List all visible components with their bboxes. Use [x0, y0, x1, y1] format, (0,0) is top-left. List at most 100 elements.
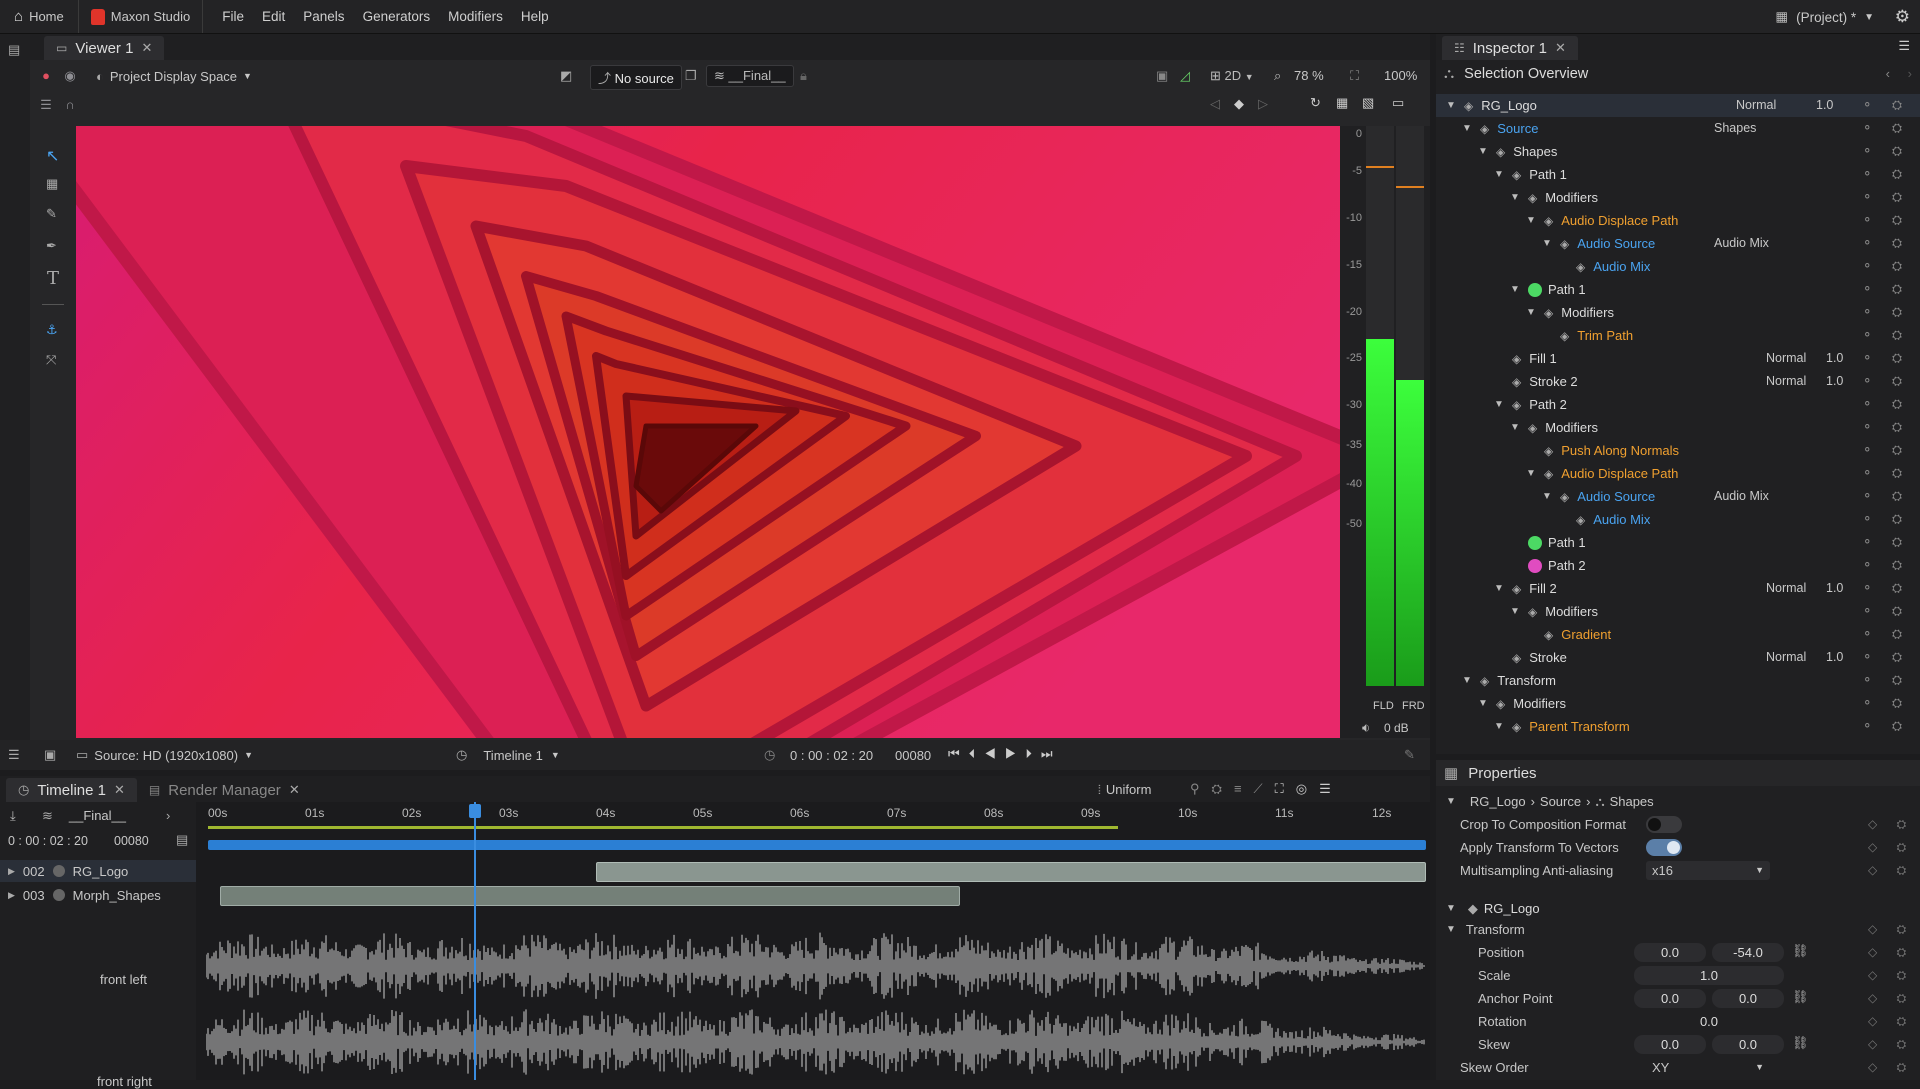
panel-menu-icon[interactable]: ☰ — [1898, 38, 1910, 54]
safe-frame-icon[interactable]: ▦ — [1336, 95, 1348, 111]
fit-icon[interactable]: ⛶ — [1350, 68, 1359, 84]
comp-selector[interactable]: ≋ __Final__ — [42, 808, 162, 824]
work-area-bar[interactable] — [208, 826, 1118, 829]
row-action-icons[interactable]: ⚬ ⛭ — [1862, 442, 1910, 458]
link-icon[interactable]: ⛓ — [1792, 1035, 1809, 1051]
expand-icon[interactable]: › — [166, 808, 170, 823]
select-tool-icon[interactable]: ↖ — [46, 146, 59, 166]
tree-value[interactable]: 1.0 — [1826, 351, 1843, 365]
pen-tool-icon[interactable]: ✒ — [46, 238, 57, 254]
keyframe-toggle-icon[interactable]: ◇ ⛭ — [1868, 1014, 1914, 1029]
close-icon[interactable]: ✕ — [114, 782, 125, 798]
tree-row[interactable]: ▼ ◈ Modifiers ⚬ ⛭ — [1436, 600, 1920, 623]
expand-triangle-icon[interactable]: ▼ — [1526, 468, 1538, 479]
transparency-icon[interactable]: ▧ — [1362, 95, 1374, 111]
expand-triangle-icon[interactable]: ▼ — [1462, 123, 1474, 134]
tree-extra[interactable]: Normal — [1766, 650, 1806, 664]
rglogo-section[interactable]: ▼ ◆ RG_Logo — [1436, 897, 1920, 920]
skew-order-select[interactable]: XY ▼ — [1646, 1058, 1770, 1077]
tree-value[interactable]: 1.0 — [1826, 581, 1843, 595]
display-space-dropdown[interactable]: ◐ Project Display Space ▼ — [96, 69, 252, 84]
tree-extra[interactable]: Audio Mix — [1714, 489, 1769, 503]
tree-extra[interactable]: Normal — [1736, 98, 1776, 112]
tree-row[interactable]: ▼ ◈ Modifiers ⚬ ⛭ — [1436, 416, 1920, 439]
row-action-icons[interactable]: ⚬ ⛭ — [1862, 120, 1910, 136]
breadcrumb-item-rglogo[interactable]: RG_Logo — [1470, 794, 1526, 809]
expand-triangle-icon[interactable]: ▼ — [1494, 399, 1506, 410]
text-tool-icon[interactable]: T — [47, 268, 59, 289]
tree-extra[interactable]: Normal — [1766, 374, 1806, 388]
crop-toggle[interactable] — [1646, 816, 1682, 833]
viewport-canvas[interactable] — [76, 126, 1340, 738]
tab-viewer-1[interactable]: ▭ Viewer 1 ✕ — [44, 36, 165, 60]
tree-row[interactable]: ◈ Fill 1 Normal 1.0 ⚬ ⛭ — [1436, 347, 1920, 370]
breadcrumb-item-shapes[interactable]: Shapes — [1610, 794, 1654, 809]
step-forward-icon[interactable]: ⏵ — [1025, 746, 1041, 761]
row-action-icons[interactable]: ⚬ ⛭ — [1862, 304, 1910, 320]
tab-timeline-1[interactable]: ◷ Timeline 1 ✕ — [6, 778, 137, 802]
tree-row[interactable]: ▼ ◈ Path 2 ⚬ ⛭ — [1436, 393, 1920, 416]
close-icon[interactable]: ✕ — [1555, 40, 1566, 56]
clip-morph-shapes[interactable] — [220, 886, 960, 906]
tree-value[interactable]: 1.0 — [1826, 650, 1843, 664]
track-row[interactable]: ▶ 003 Morph_Shapes — [0, 884, 196, 906]
back-icon[interactable]: ‹ — [1886, 66, 1890, 81]
collapse-icon[interactable]: ▼ — [1446, 796, 1456, 807]
tree-row[interactable]: ▼ ◈ Modifiers ⚬ ⛭ — [1436, 186, 1920, 209]
skew-y-field[interactable]: 0.0 — [1712, 1035, 1784, 1054]
settings-gear-icon[interactable]: ⚙ — [1895, 7, 1910, 27]
forward-icon[interactable]: › — [1908, 66, 1912, 81]
stack-icon[interactable]: ❐ — [685, 68, 697, 84]
skew-x-field[interactable]: 0.0 — [1634, 1035, 1706, 1054]
refresh-icon[interactable]: ↻ — [1310, 95, 1321, 111]
timeline-timecode[interactable]: 0 : 00 : 02 : 20 — [8, 834, 88, 848]
tree-row[interactable]: ▼ ◈ Path 1 ⚬ ⛭ — [1436, 163, 1920, 186]
row-action-icons[interactable]: ⚬ ⛭ — [1862, 166, 1910, 182]
keyframe-toggle-icon[interactable]: ◇ ⛭ — [1868, 840, 1914, 855]
viewer-timecode[interactable]: 0 : 00 : 02 : 20 — [790, 748, 873, 763]
track-visibility-icon[interactable] — [52, 865, 65, 877]
tree-row[interactable]: ◈ Stroke 2 Normal 1.0 ⚬ ⛭ — [1436, 370, 1920, 393]
playhead-handle[interactable] — [469, 804, 481, 818]
row-action-icons[interactable]: ⚬ ⛭ — [1862, 672, 1910, 688]
menu-generators[interactable]: Generators — [354, 9, 440, 24]
transform-section[interactable]: ▼ Transform — [1436, 918, 1920, 941]
source-dropdown[interactable]: ▭ Source: HD (1920x1080) ▼ — [76, 747, 253, 763]
row-action-icons[interactable]: ⚬ ⛭ — [1862, 580, 1910, 596]
expand-triangle-icon[interactable]: ▼ — [1494, 169, 1506, 180]
expand-triangle-icon[interactable]: ▼ — [1446, 100, 1458, 111]
panel-menu-icon[interactable]: ☰ — [8, 747, 20, 763]
timeline-ruler[interactable]: 00s 01s 02s 03s 04s 05s 06s 07s 08s 09s 10s 11s 12s — [206, 802, 1430, 824]
compare-icon[interactable]: ◩ — [560, 68, 572, 84]
final-comp-button[interactable]: ≋ __Final__ — [706, 65, 794, 87]
brush-tool-icon[interactable]: ✎ — [46, 206, 57, 222]
expand-triangle-icon[interactable]: ▼ — [1526, 307, 1538, 318]
panel-menu-icon[interactable]: ▤ — [8, 42, 20, 58]
msaa-select[interactable]: x16 ▼ — [1646, 861, 1770, 880]
expand-triangle-icon[interactable]: ▼ — [1494, 721, 1506, 732]
position-x-field[interactable]: 0.0 — [1634, 943, 1706, 962]
tab-inspector-1[interactable]: ☷ Inspector 1 ✕ — [1442, 36, 1578, 60]
keyframe-toggle-icon[interactable]: ◇ ⛭ — [1868, 945, 1914, 960]
row-action-icons[interactable]: ⚬ ⛭ — [1862, 327, 1910, 343]
menu-file[interactable]: File — [213, 9, 253, 24]
app-button[interactable]: Maxon Studio — [79, 0, 204, 33]
row-action-icons[interactable]: ⚬ ⛭ — [1862, 97, 1910, 113]
row-action-icons[interactable]: ⚬ ⛭ — [1862, 212, 1910, 228]
expand-triangle-icon[interactable]: ▶ — [8, 890, 15, 901]
tree-extra[interactable]: Audio Mix — [1714, 236, 1769, 250]
anchor-tool-icon[interactable]: ⚓︎ — [46, 322, 58, 338]
close-icon[interactable]: ✕ — [289, 782, 300, 798]
import-icon[interactable]: ⤓ — [10, 808, 16, 824]
menu-edit[interactable]: Edit — [253, 9, 294, 24]
play-back-icon[interactable]: ◀ — [984, 746, 1005, 761]
row-action-icons[interactable]: ⚬ ⛭ — [1862, 189, 1910, 205]
expand-triangle-icon[interactable]: ▼ — [1526, 215, 1538, 226]
tree-extra[interactable]: Shapes — [1714, 121, 1756, 135]
eyedropper-icon[interactable]: ✎ — [1404, 747, 1415, 763]
anchor-y-field[interactable]: 0.0 — [1712, 989, 1784, 1008]
tree-row[interactable]: ◈ Audio Mix ⚬ ⛭ — [1436, 255, 1920, 278]
graph-icon[interactable]: ⟋ — [1254, 781, 1275, 796]
timeline-dropdown[interactable]: ◷ Timeline 1 ▼ — [456, 747, 560, 763]
track-row[interactable]: ▶ 002 RG_Logo — [0, 860, 196, 882]
